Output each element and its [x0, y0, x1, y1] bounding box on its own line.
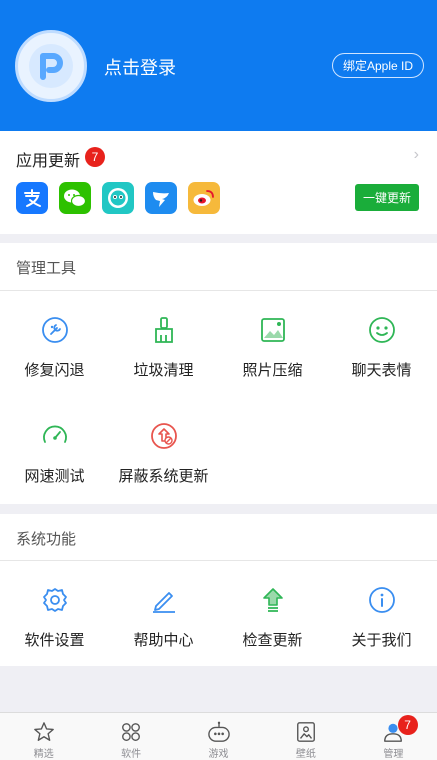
app-updates-card[interactable]: 应用更新 › 一键更新: [0, 131, 437, 234]
tool-label: 网速测试: [24, 468, 85, 485]
dingtalk-icon[interactable]: [145, 182, 177, 214]
section-title: 系统功能: [16, 531, 77, 548]
tab-wallpaper[interactable]: 壁纸: [262, 713, 349, 760]
gear-icon: [40, 585, 70, 615]
tab-games[interactable]: 游戏: [175, 713, 262, 760]
login-link[interactable]: 点击登录: [104, 54, 176, 80]
info-icon: [367, 585, 397, 615]
app-updates-title: 应用更新: [16, 153, 81, 170]
tab-label: 精选: [33, 749, 54, 760]
emoji-icon: [367, 315, 397, 345]
section-title: 管理工具: [16, 260, 77, 277]
tab-label: 壁纸: [295, 749, 316, 760]
chevron-right-icon[interactable]: ›: [414, 146, 419, 164]
bind-apple-id-button[interactable]: 绑定Apple ID: [332, 53, 424, 78]
apps-icon: [122, 723, 141, 741]
about-us[interactable]: 关于我们: [327, 585, 436, 650]
tool-label: 垃圾清理: [133, 362, 194, 379]
system-label: 检查更新: [242, 632, 303, 649]
star-icon: [33, 722, 54, 741]
system-label: 软件设置: [24, 632, 85, 649]
system-label: 关于我们: [351, 632, 412, 649]
tab-label: 软件: [121, 749, 142, 760]
tool-label: 聊天表情: [351, 362, 412, 379]
divider: [0, 560, 437, 561]
tool-label: 照片压缩: [242, 362, 303, 379]
pencil-icon: [149, 585, 179, 615]
tool-repair-crash[interactable]: 修复闪退: [0, 315, 109, 380]
tab-featured[interactable]: 精选: [0, 713, 87, 760]
speedometer-icon: [40, 421, 70, 451]
weibo-icon[interactable]: [188, 182, 220, 214]
block-update-icon: [149, 421, 179, 451]
bottom-tab-bar: 精选 软件 游戏 壁纸 管理 7: [0, 712, 437, 760]
tool-chat-emoji[interactable]: 聊天表情: [327, 315, 436, 380]
help-center[interactable]: 帮助中心: [109, 585, 218, 650]
avatar[interactable]: [15, 30, 87, 102]
system-settings[interactable]: 软件设置: [0, 585, 109, 650]
check-update[interactable]: 检查更新: [218, 585, 327, 650]
manage-count-badge: 7: [397, 715, 418, 735]
tab-manage[interactable]: 管理 7: [350, 713, 437, 760]
tool-speed-test[interactable]: 网速测试: [0, 421, 109, 486]
tool-label: 屏蔽系统更新: [118, 468, 209, 485]
tool-block-system-update[interactable]: 屏蔽系统更新: [109, 421, 218, 486]
tab-label: 管理: [383, 749, 404, 760]
repair-icon: [40, 315, 70, 345]
tool-photo-compress[interactable]: 照片压缩: [218, 315, 327, 380]
game-icon: [207, 721, 230, 742]
system-functions-section: 系统功能 软件设置 帮助中心 检查更新 关于我们: [0, 514, 437, 666]
updatable-apps: [16, 182, 220, 214]
divider: [0, 290, 437, 291]
tool-junk-cleanup[interactable]: 垃圾清理: [109, 315, 218, 380]
tool-label: 修复闪退: [24, 362, 85, 379]
alipay-icon[interactable]: [16, 182, 48, 214]
update-all-button[interactable]: 一键更新: [355, 184, 419, 211]
wechat-icon[interactable]: [59, 182, 91, 214]
photo-icon: [258, 315, 288, 345]
system-label: 帮助中心: [133, 632, 194, 649]
wallpaper-icon: [296, 722, 315, 742]
qq-browser-icon[interactable]: [102, 182, 134, 214]
tab-label: 游戏: [208, 749, 229, 760]
management-tools-section: 管理工具 修复闪退 垃圾清理 照片压缩 聊天表情 网速测试 屏蔽系统更新: [0, 243, 437, 504]
app-logo-icon: [29, 44, 73, 88]
broom-icon: [149, 315, 179, 345]
tab-software[interactable]: 软件: [87, 713, 174, 760]
profile-header: 点击登录 绑定Apple ID: [0, 0, 437, 131]
upgrade-icon: [258, 585, 288, 615]
updates-count-badge: 7: [85, 147, 105, 167]
